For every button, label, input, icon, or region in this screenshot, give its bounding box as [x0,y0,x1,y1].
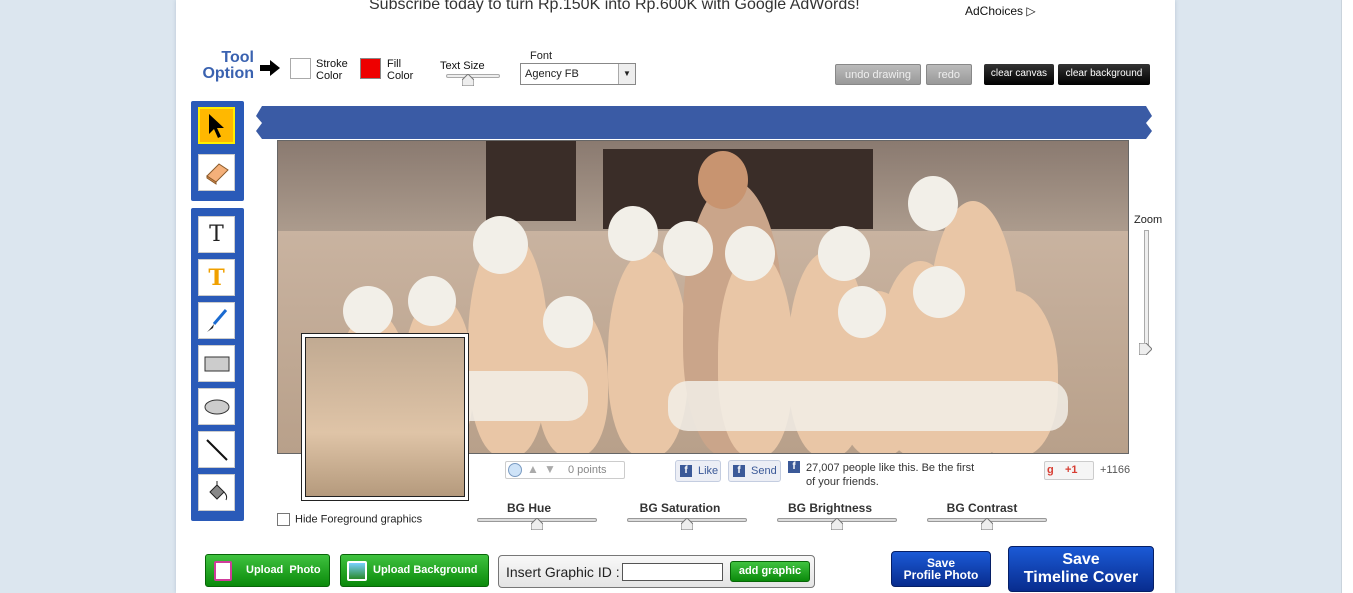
text-styled-icon: T [208,264,225,291]
brush-tool[interactable] [198,302,235,339]
downvote-icon[interactable]: ▼ [544,462,556,476]
zoom-slider-thumb[interactable] [1139,343,1152,355]
line-icon [205,438,228,461]
text-tool[interactable]: T [198,216,235,253]
adchoices-link[interactable]: AdChoices ▷ [965,4,1036,18]
bg-brightness-label: BG Brightness [787,501,872,515]
brush-icon [206,308,227,332]
google-plus-icon: g [1047,464,1054,476]
save-profile-line2: Profile Photo [903,568,979,582]
facebook-like-count: f 27,007 people like this. Be the first … [788,461,986,489]
save-timeline-cover-button[interactable]: Save Timeline Cover [1008,546,1154,592]
eraser-tool[interactable] [198,154,235,191]
tool-option-title: Tool Option [198,50,254,82]
text-size-label: Text Size [440,60,485,72]
zoom-slider[interactable] [1144,230,1149,350]
chevron-down-icon[interactable]: ▼ [618,64,635,84]
bg-hue-label: BG Hue [506,501,551,515]
fill-tool[interactable] [198,474,235,511]
paint-bucket-icon [208,480,227,500]
fill-color-swatch[interactable] [360,58,381,79]
zoom-label: Zoom [1134,214,1163,226]
styled-text-tool[interactable]: T [198,259,235,296]
bg-contrast-label: BG Contrast [946,501,1018,515]
tool-option-line2: Option [202,65,254,82]
bg-saturation-label: BG Saturation [639,501,721,515]
reddit-points-widget: ▲ ▼ 0 points [505,461,625,479]
ellipse-tool[interactable] [198,388,235,425]
redo-button[interactable]: redo [926,64,972,85]
clear-canvas-button[interactable]: clear canvas [984,64,1054,85]
hide-foreground-label: Hide Foreground graphics [295,513,423,526]
cover-banner [256,106,1152,139]
clear-background-button[interactable]: clear background [1058,64,1150,85]
upload-background-button[interactable]: Upload Background [340,554,489,587]
bg-saturation-slider-thumb[interactable] [681,518,693,530]
fill-color-label: Fill Color [387,58,413,82]
google-plus-count: +1166 [1100,464,1131,476]
foreground-profile-photo[interactable] [301,333,469,501]
facebook-like-label: Like [698,465,719,477]
bg-hue-slider-thumb[interactable] [531,518,543,530]
eraser-icon [205,162,229,185]
hide-foreground-option[interactable]: Hide Foreground graphics [277,513,422,526]
select-tool[interactable] [198,107,235,144]
drawing-toolbox: T T [191,208,244,521]
stroke-color-swatch[interactable] [290,58,311,79]
facebook-send-button[interactable]: f Send [728,460,781,482]
font-select[interactable]: Agency FB ▼ [520,63,636,85]
stroke-color-label-line2: Color [316,70,343,82]
bg-brightness-slider-thumb[interactable] [831,518,843,530]
hide-foreground-checkbox[interactable] [277,513,290,526]
facebook-like-text: 27,007 people like this. Be the first of… [806,462,975,488]
facebook-icon: f [733,465,745,477]
upload-photo-button[interactable]: Upload Photo [205,554,330,587]
undo-drawing-button[interactable]: undo drawing [835,64,921,85]
facebook-icon: f [680,465,692,477]
stroke-color-label-line1: Stroke [316,58,348,70]
points-count: 0 points [568,464,607,476]
arrow-right-icon [260,60,280,76]
facebook-like-button[interactable]: f Like [675,460,721,482]
add-graphic-button[interactable]: add graphic [730,561,810,582]
upload-background-label: Upload Background [373,564,478,576]
rectangle-tool[interactable] [198,345,235,382]
adchoices-label: AdChoices [965,4,1024,18]
editor-page: Subscribe today to turn Rp.150K into Rp.… [176,0,1175,593]
landscape-photo-icon [347,561,367,581]
adchoices-icon: ▷ [1026,4,1036,18]
save-timeline-line2: Timeline Cover [1023,569,1139,586]
window-scrollbar[interactable] [1341,0,1353,593]
bg-contrast-slider-thumb[interactable] [981,518,993,530]
tool-option-line1: Tool [221,49,254,66]
rectangle-icon [204,356,229,371]
upload-photo-label: Upload Photo [246,564,321,576]
stroke-color-label: Stroke Color [316,58,348,82]
google-plus-button[interactable]: g +1 [1044,461,1094,480]
text-size-slider-thumb[interactable] [462,74,474,86]
reddit-icon[interactable] [508,463,522,477]
ellipse-icon [204,399,229,414]
text-T-icon: T [209,222,224,247]
font-select-value: Agency FB [525,68,579,80]
insert-graphic-label: Insert Graphic ID : [506,564,620,580]
facebook-icon: f [788,461,800,473]
graphic-id-input[interactable] [622,563,723,581]
cursor-icon [208,113,224,138]
ad-banner-text[interactable]: Subscribe today to turn Rp.150K into Rp.… [369,0,860,14]
selection-toolbox [191,101,244,201]
upvote-icon[interactable]: ▲ [527,462,539,476]
fill-color-label-line1: Fill [387,58,402,70]
save-timeline-line1: Save [1062,551,1100,568]
font-label: Font [530,50,553,62]
user-photo-icon [214,561,232,581]
line-tool[interactable] [198,431,235,468]
google-plus-label: +1 [1065,464,1078,476]
fill-color-label-line2: Color [387,70,414,82]
insert-graphic-panel: Insert Graphic ID : add graphic [498,555,815,588]
save-profile-photo-button[interactable]: Save Profile Photo [891,551,991,587]
facebook-send-label: Send [751,465,777,477]
